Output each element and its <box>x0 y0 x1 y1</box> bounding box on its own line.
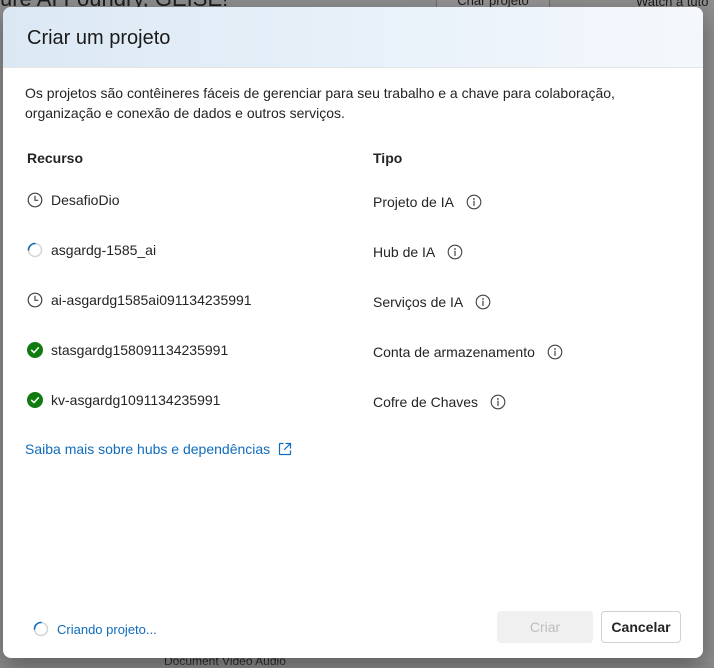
dialog-description: Os projetos são contêineres fáceis de ge… <box>25 85 615 121</box>
spinner-icon <box>33 621 49 637</box>
resource-name: asgardg-1585_ai <box>51 242 157 258</box>
info-icon[interactable] <box>447 244 463 260</box>
learn-more-link-label: Saiba mais sobre hubs e dependências <box>25 441 271 457</box>
resource-row: asgardg-1585_ai Hub de IA <box>3 238 703 262</box>
resource-type: Projeto de IA <box>373 194 454 210</box>
resource-type: Serviços de IA <box>373 294 464 310</box>
resource-row: DesafioDio Projeto de IA <box>3 188 703 212</box>
resource-name: kv-asgardg1091134235991 <box>51 392 221 408</box>
check-circle-icon <box>27 342 43 358</box>
create-project-dialog: Criar um projeto Os projetos são contêin… <box>3 7 703 658</box>
resource-type: Hub de IA <box>373 244 436 260</box>
info-icon[interactable] <box>475 294 491 310</box>
creation-status: Criando projeto... <box>33 621 157 637</box>
create-button[interactable]: Criar <box>497 611 593 643</box>
spinner-icon <box>27 242 43 258</box>
resource-row: kv-asgardg1091134235991 Cofre de Chaves <box>3 388 703 412</box>
resource-name: stasgardg158091134235991 <box>51 342 229 358</box>
clock-icon <box>27 292 43 308</box>
learn-more-link[interactable]: Saiba mais sobre hubs e dependências <box>25 441 292 457</box>
resource-row: ai-asgardg1585ai091134235991 Serviços de… <box>3 288 703 312</box>
info-icon[interactable] <box>466 194 482 210</box>
info-icon[interactable] <box>547 344 563 360</box>
check-circle-icon <box>27 392 43 408</box>
column-header-resource: Recurso <box>27 150 84 166</box>
external-link-icon <box>278 442 292 456</box>
cancel-button[interactable]: Cancelar <box>601 611 681 643</box>
resource-name: DesafioDio <box>51 192 120 208</box>
creation-status-text: Criando projeto... <box>57 621 157 637</box>
resource-type: Conta de armazenamento <box>373 344 535 360</box>
info-icon[interactable] <box>490 394 506 410</box>
dialog-header: Criar um projeto <box>3 7 703 68</box>
clock-icon <box>27 192 43 208</box>
dialog-title: Criar um projeto <box>27 27 171 49</box>
resource-name: ai-asgardg1585ai091134235991 <box>51 292 252 308</box>
resource-type: Cofre de Chaves <box>373 394 479 410</box>
resource-row: stasgardg158091134235991 Conta de armaze… <box>3 338 703 362</box>
column-header-type: Tipo <box>373 150 403 166</box>
